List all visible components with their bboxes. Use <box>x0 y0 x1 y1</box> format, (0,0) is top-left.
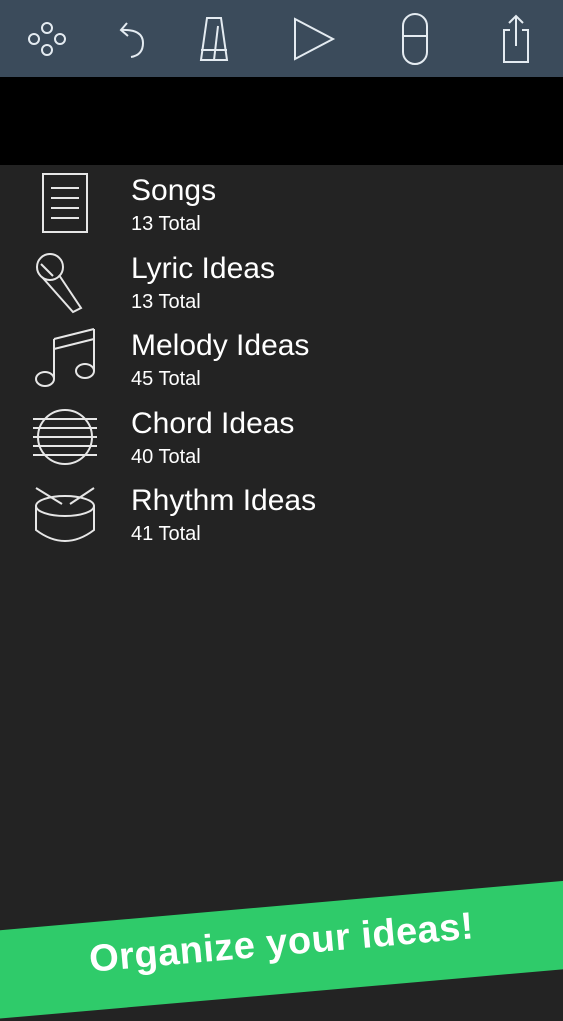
category-list: Songs 13 Total Lyric Ideas 13 Total Melo… <box>0 165 563 553</box>
undo-icon[interactable] <box>106 12 160 66</box>
list-item-title: Songs <box>131 174 217 207</box>
record-icon[interactable] <box>388 12 442 66</box>
top-toolbar <box>0 0 563 77</box>
list-item-lyric-ideas[interactable]: Lyric Ideas 13 Total <box>0 243 563 321</box>
metronome-icon[interactable] <box>187 12 241 66</box>
spacer-band <box>0 77 563 165</box>
play-icon[interactable] <box>286 12 340 66</box>
music-note-icon <box>28 327 102 391</box>
list-item-count: 41 Total <box>131 523 201 545</box>
list-item-title: Melody Ideas <box>131 329 310 362</box>
document-icon <box>28 172 102 236</box>
share-icon[interactable] <box>489 12 543 66</box>
list-item-count: 13 Total <box>131 290 201 313</box>
list-item-rhythm-ideas[interactable]: Rhythm Ideas 41 Total <box>0 475 563 553</box>
list-item-melody-ideas[interactable]: Melody Ideas 45 Total <box>0 320 563 398</box>
menu-circles-icon[interactable] <box>20 12 74 66</box>
list-item-count: 13 Total <box>131 213 201 235</box>
list-item-count: 45 Total <box>131 368 201 390</box>
list-item-title: Rhythm Ideas <box>131 484 317 517</box>
microphone-icon <box>28 250 102 314</box>
drum-icon <box>28 482 102 546</box>
list-item-songs[interactable]: Songs 13 Total <box>0 165 563 243</box>
list-item-title: Chord Ideas <box>131 406 295 440</box>
list-item-title: Lyric Ideas <box>131 251 275 285</box>
list-item-chord-ideas[interactable]: Chord Ideas 40 Total <box>0 398 563 476</box>
chord-icon <box>28 405 102 469</box>
list-item-count: 40 Total <box>131 445 201 468</box>
